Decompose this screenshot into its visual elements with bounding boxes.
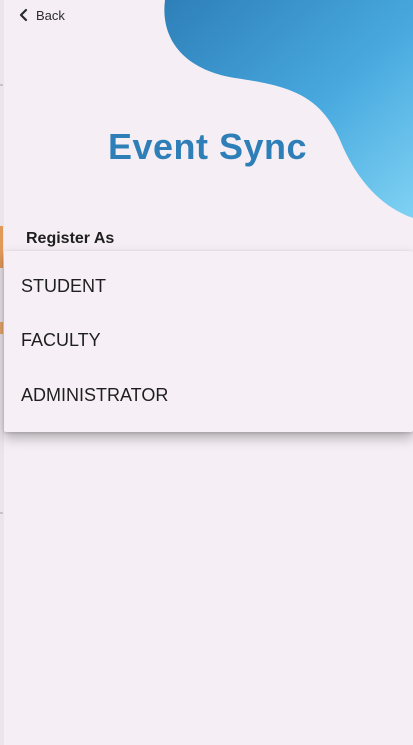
back-label: Back	[36, 7, 65, 23]
edge-divider	[0, 512, 3, 514]
role-option-administrator[interactable]: ADMINISTRATOR	[4, 368, 413, 423]
role-dropdown-menu: STUDENT FACULTY ADMINISTRATOR	[4, 251, 413, 432]
edge-accent-dot	[0, 322, 3, 334]
header-wave-decoration	[164, 0, 413, 218]
role-option-faculty[interactable]: FACULTY	[4, 313, 413, 368]
role-option-student[interactable]: STUDENT	[4, 251, 413, 313]
back-button[interactable]: Back	[18, 3, 65, 27]
edge-accent	[0, 226, 3, 268]
app-title: Event Sync	[107, 126, 308, 167]
register-as-label: Register As	[26, 230, 115, 247]
chevron-left-icon	[19, 8, 28, 22]
